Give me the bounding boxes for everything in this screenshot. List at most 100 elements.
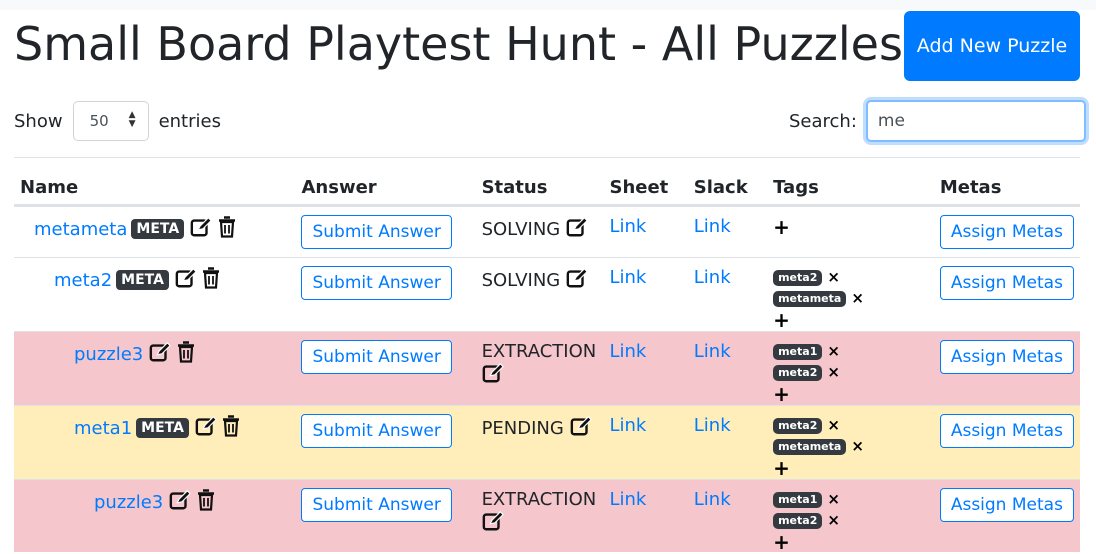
tag-badge[interactable]: metameta — [773, 438, 847, 455]
tag-badge[interactable]: meta2 — [773, 417, 823, 434]
trash-icon[interactable] — [177, 341, 195, 363]
tag-item: meta2 × — [773, 415, 928, 436]
status-text: EXTRACTION — [481, 341, 597, 362]
slack-link[interactable]: Link — [694, 216, 731, 237]
tag-item: meta1 × — [773, 489, 928, 510]
sheet-link[interactable]: Link — [609, 489, 646, 510]
assign-metas-button[interactable]: Assign Metas — [939, 488, 1074, 522]
column-header-tags[interactable]: Tags — [767, 157, 934, 207]
status-text: EXTRACTION — [481, 489, 597, 510]
slack-link[interactable]: Link — [694, 415, 731, 436]
sheet-cell: Link — [603, 331, 688, 406]
slack-cell: Link — [687, 331, 768, 406]
close-icon[interactable]: × — [827, 270, 840, 285]
edit-icon[interactable] — [190, 216, 212, 238]
trash-icon[interactable] — [222, 415, 240, 437]
plus-icon[interactable]: + — [773, 310, 790, 330]
plus-icon[interactable]: + — [773, 217, 790, 237]
status-cell: SOLVING — [475, 257, 604, 332]
edit-status-icon[interactable] — [482, 362, 504, 384]
sheet-link[interactable]: Link — [609, 341, 646, 362]
add-tag-line: + — [773, 457, 928, 478]
close-icon[interactable]: × — [851, 439, 864, 454]
tags-cell: meta1 × meta2 × + — [767, 479, 934, 552]
column-header-answer[interactable]: Answer — [295, 157, 476, 207]
entries-select[interactable]: 50 ▲ ▼ — [72, 101, 149, 141]
close-icon[interactable]: × — [827, 513, 840, 528]
slack-link[interactable]: Link — [694, 341, 731, 362]
column-header-sheet[interactable]: Sheet — [603, 157, 688, 207]
edit-status-icon[interactable] — [566, 267, 588, 289]
assign-metas-button[interactable]: Assign Metas — [939, 340, 1074, 374]
puzzle-name-link[interactable]: puzzle3 — [94, 492, 163, 513]
slack-cell: Link — [687, 205, 768, 258]
sheet-link[interactable]: Link — [609, 216, 646, 237]
assign-metas-button[interactable]: Assign Metas — [939, 266, 1074, 300]
meta-badge: META — [116, 270, 169, 290]
column-header-slack[interactable]: Slack — [687, 157, 768, 207]
edit-status-icon[interactable] — [566, 216, 588, 238]
close-icon[interactable]: × — [827, 344, 840, 359]
tag-badge[interactable]: meta2 — [773, 364, 823, 381]
plus-icon[interactable]: + — [773, 458, 790, 478]
table-row: puzzle3 Submit Answer EXTRACTION Link Link… — [14, 331, 1080, 406]
answer-cell: Submit Answer — [295, 205, 476, 258]
search-input[interactable] — [865, 100, 1086, 142]
edit-icon[interactable] — [175, 267, 197, 289]
sheet-cell: Link — [603, 479, 688, 552]
tag-item: meta2 × — [773, 510, 928, 531]
tag-badge[interactable]: meta1 — [773, 491, 823, 508]
plus-icon[interactable]: + — [773, 384, 790, 404]
plus-icon[interactable]: + — [773, 532, 790, 552]
add-tag-line: + — [773, 216, 928, 237]
slack-link[interactable]: Link — [694, 489, 731, 510]
column-header-status[interactable]: Status — [475, 157, 604, 207]
submit-answer-button[interactable]: Submit Answer — [301, 414, 452, 448]
slack-cell: Link — [687, 405, 768, 480]
entries-control: Show 50 ▲ ▼ entries — [14, 101, 221, 141]
column-header-metas[interactable]: Metas — [933, 157, 1080, 207]
puzzle-name-link[interactable]: meta2 — [54, 270, 112, 291]
sheet-cell: Link — [603, 257, 688, 332]
tag-badge[interactable]: meta2 — [773, 269, 823, 286]
answer-cell: Submit Answer — [295, 405, 476, 480]
tag-badge[interactable]: meta2 — [773, 512, 823, 529]
submit-answer-button[interactable]: Submit Answer — [301, 340, 452, 374]
status-cell: SOLVING — [475, 205, 604, 258]
close-icon[interactable]: × — [827, 365, 840, 380]
tag-item: metameta × — [773, 436, 928, 457]
sheet-cell: Link — [603, 405, 688, 480]
add-new-puzzle-button[interactable]: Add New Puzzle — [904, 11, 1080, 81]
edit-icon[interactable] — [149, 341, 171, 363]
sheet-link[interactable]: Link — [609, 415, 646, 436]
close-icon[interactable]: × — [851, 291, 864, 306]
edit-icon[interactable] — [169, 489, 191, 511]
slack-link[interactable]: Link — [694, 267, 731, 288]
tags-cell: meta2 × metameta × + — [767, 257, 934, 332]
tag-badge[interactable]: metameta — [773, 290, 847, 307]
puzzle-name-link[interactable]: puzzle3 — [74, 344, 143, 365]
edit-icon[interactable] — [195, 415, 217, 437]
puzzle-name-link[interactable]: metameta — [34, 219, 127, 240]
puzzle-name-link[interactable]: meta1 — [74, 418, 132, 439]
submit-answer-button[interactable]: Submit Answer — [301, 266, 452, 300]
trash-icon[interactable] — [218, 216, 236, 238]
assign-metas-button[interactable]: Assign Metas — [939, 414, 1074, 448]
close-icon[interactable]: × — [827, 492, 840, 507]
assign-metas-button[interactable]: Assign Metas — [939, 215, 1074, 249]
tag-badge[interactable]: meta1 — [773, 343, 823, 360]
status-text: SOLVING — [481, 270, 561, 291]
add-tag-line: + — [773, 309, 928, 330]
submit-answer-button[interactable]: Submit Answer — [301, 215, 452, 249]
edit-status-icon[interactable] — [570, 415, 592, 437]
edit-status-icon[interactable] — [482, 510, 504, 532]
trash-icon[interactable] — [202, 267, 220, 289]
close-icon[interactable]: × — [827, 418, 840, 433]
sheet-link[interactable]: Link — [609, 267, 646, 288]
submit-answer-button[interactable]: Submit Answer — [301, 488, 452, 522]
column-header-name[interactable]: Name — [14, 157, 296, 207]
name-cell: puzzle3 — [14, 479, 296, 552]
trash-icon[interactable] — [197, 489, 215, 511]
entries-select-value: 50 — [89, 112, 109, 130]
table-header-row: Name Answer Status Sheet Slack Tags Meta… — [14, 157, 1080, 207]
